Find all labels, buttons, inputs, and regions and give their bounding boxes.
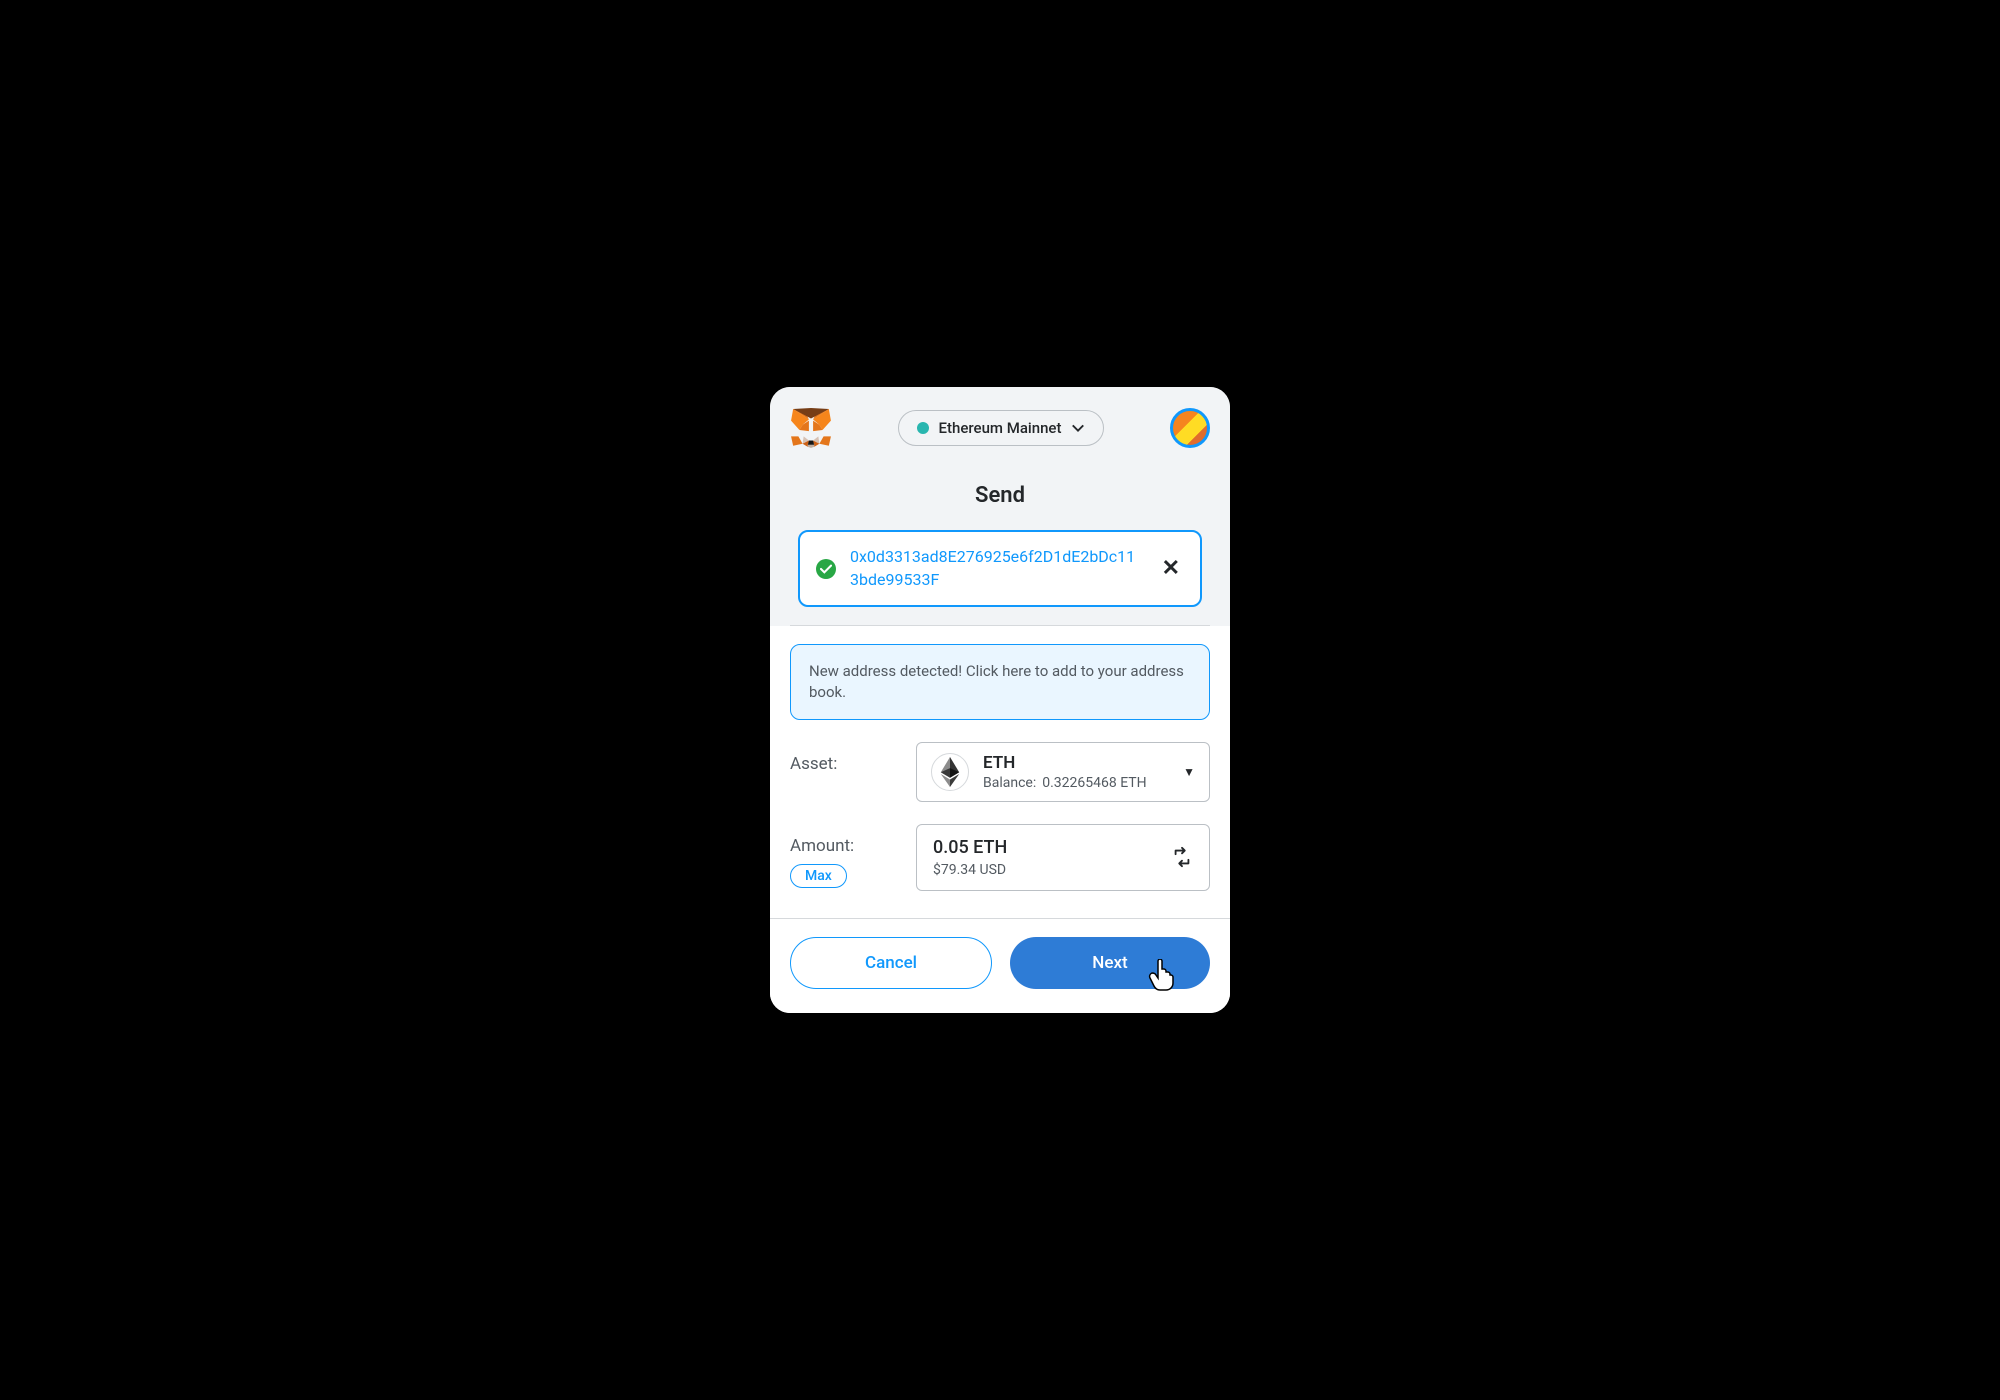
balance-label: Balance:: [983, 775, 1036, 791]
network-selector[interactable]: Ethereum Mainnet: [898, 410, 1105, 446]
recipient-address-field[interactable]: 0x0d3313ad8E276925e6f2D1dE2bDc113bde9953…: [798, 530, 1202, 607]
amount-secondary: $79.34 USD: [933, 862, 1171, 878]
page-title: Send: [790, 453, 1210, 530]
amount-input[interactable]: 0.05 ETH $79.34 USD: [916, 824, 1210, 891]
max-button[interactable]: Max: [790, 864, 847, 888]
caret-down-icon: ▼: [1183, 765, 1195, 779]
asset-selector[interactable]: ETH Balance: 0.32265468 ETH ▼: [916, 742, 1210, 802]
amount-field-row: Amount: Max 0.05 ETH $79.34 USD: [790, 824, 1210, 891]
recipient-address-text: 0x0d3313ad8E276925e6f2D1dE2bDc113bde9953…: [850, 546, 1144, 591]
amount-label: Amount:: [790, 836, 900, 856]
footer: Cancel Next: [770, 918, 1230, 1013]
amount-primary: 0.05 ETH: [933, 837, 1171, 858]
asset-field-row: Asset: ETH Balance: 0.32265468 ETH ▼: [790, 742, 1210, 802]
ethereum-token-icon: [931, 753, 969, 791]
check-circle-icon: [816, 559, 836, 579]
next-button[interactable]: Next: [1010, 937, 1210, 989]
asset-symbol: ETH: [983, 753, 1169, 773]
balance-value: 0.32265468 ETH: [1042, 775, 1146, 791]
network-status-dot-icon: [917, 422, 929, 434]
metamask-fox-icon: [790, 408, 832, 448]
account-avatar[interactable]: [1170, 408, 1210, 448]
asset-label: Asset:: [790, 754, 900, 774]
header: Ethereum Mainnet Send 0x0d3313ad8E276925…: [770, 387, 1230, 626]
cancel-button[interactable]: Cancel: [790, 937, 992, 989]
clear-address-button[interactable]: ✕: [1158, 556, 1184, 581]
network-name: Ethereum Mainnet: [939, 419, 1062, 437]
swap-currency-icon[interactable]: [1171, 846, 1193, 868]
wallet-send-popup: Ethereum Mainnet Send 0x0d3313ad8E276925…: [770, 387, 1230, 1013]
chevron-down-icon: [1071, 421, 1085, 435]
new-address-banner[interactable]: New address detected! Click here to add …: [790, 644, 1210, 720]
